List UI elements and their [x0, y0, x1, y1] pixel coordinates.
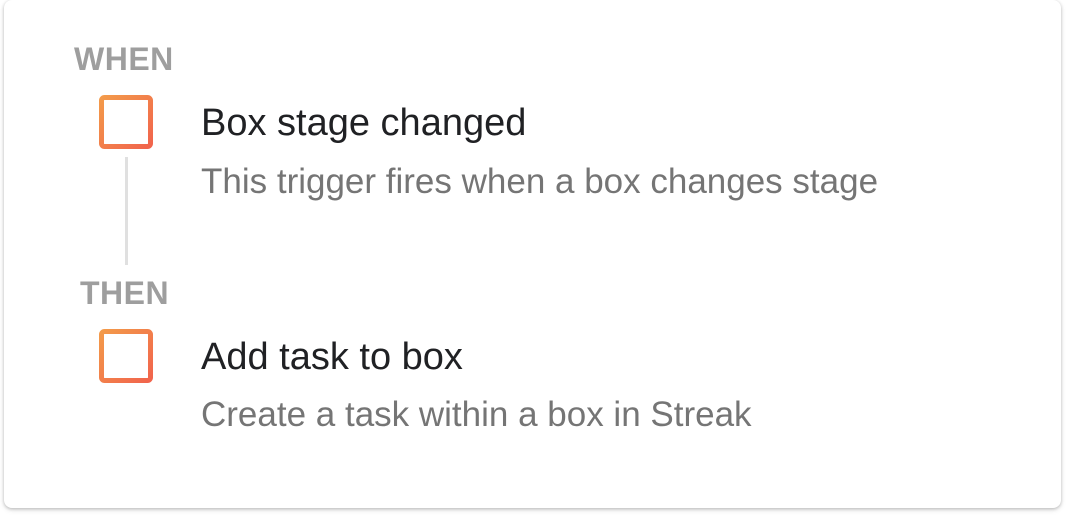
- when-label: WHEN: [74, 41, 174, 77]
- box-icon: [99, 329, 153, 383]
- trigger-title[interactable]: Box stage changed: [201, 104, 526, 142]
- trigger-description: This trigger fires when a box changes st…: [201, 162, 879, 201]
- automation-card: WHEN Box stage changed This trigger fire…: [4, 0, 1061, 508]
- then-label: THEN: [80, 275, 170, 311]
- action-title[interactable]: Add task to box: [201, 338, 463, 376]
- action-description: Create a task within a box in Streak: [201, 395, 752, 434]
- step-connector: [125, 157, 128, 265]
- box-icon: [99, 95, 153, 149]
